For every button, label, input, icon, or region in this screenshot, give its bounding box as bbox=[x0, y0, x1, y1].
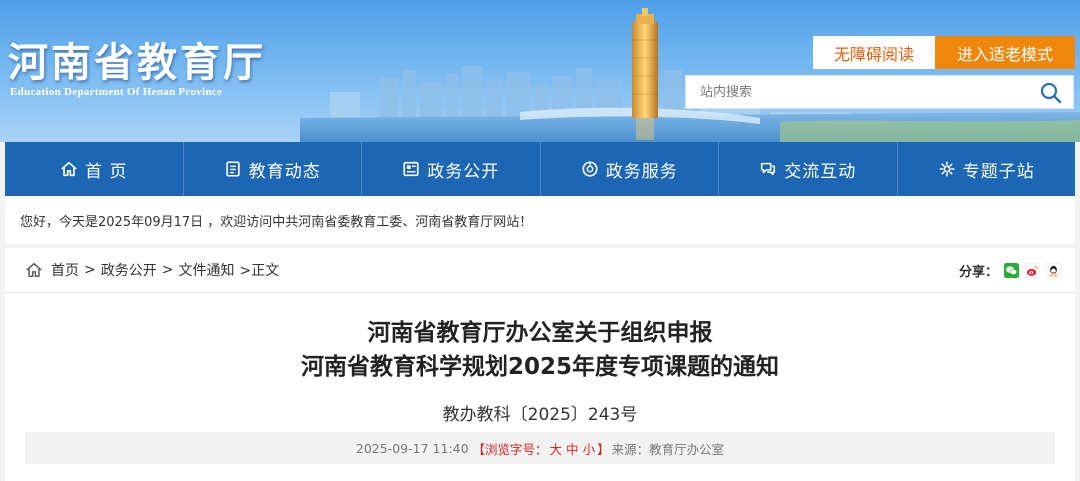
divider bbox=[5, 292, 1075, 293]
nav-item-home[interactable]: 首 页 bbox=[5, 142, 184, 196]
site-title: 河南省教育厅 bbox=[8, 39, 266, 86]
home-icon[interactable] bbox=[25, 261, 43, 279]
nav-item-government-affairs[interactable]: 政务公开 bbox=[362, 142, 541, 196]
accessible-reading-button[interactable]: 无障碍阅读 bbox=[813, 36, 935, 69]
nav-item-label: 政务服务 bbox=[605, 161, 678, 182]
nav-item-interaction[interactable]: 交流互动 bbox=[719, 142, 898, 196]
font-size-large-button[interactable]: 大 bbox=[550, 442, 563, 457]
document-icon bbox=[403, 161, 419, 177]
nav-item-label: 政务公开 bbox=[427, 161, 500, 182]
welcome-bar: 您好，今天是2025年09月17日 ，欢迎访问中共河南省委教育工委、河南省教育厅… bbox=[5, 196, 1075, 244]
site-subtitle: Education Department Of Henan Province bbox=[10, 86, 223, 98]
nav-item-label: 首 页 bbox=[85, 161, 128, 182]
elderly-mode-button[interactable]: 进入适老模式 bbox=[935, 36, 1075, 69]
nav-item-topic-sites[interactable]: 专题子站 bbox=[898, 142, 1076, 196]
home-icon bbox=[61, 161, 77, 177]
breadcrumb-home[interactable]: 首页 bbox=[51, 260, 79, 280]
breadcrumb-government-affairs[interactable]: 政务公开 bbox=[101, 260, 157, 280]
search-input[interactable] bbox=[686, 76, 1026, 108]
share-bar: 分享： bbox=[959, 258, 1061, 282]
breadcrumb-separator: > bbox=[161, 262, 174, 278]
font-size-medium-button[interactable]: 中 bbox=[566, 442, 579, 457]
welcome-text: 您好，今天是2025年09月17日 ，欢迎访问中共河南省委教育工委、河南省教育厅… bbox=[20, 214, 533, 230]
site-header: 河南省教育厅 Education Department Of Henan Pro… bbox=[0, 0, 1080, 142]
publish-datetime: 2025-09-17 11:40 bbox=[355, 440, 469, 456]
news-icon bbox=[226, 161, 240, 177]
wechat-icon[interactable] bbox=[1004, 262, 1019, 278]
article-title-line-1: 河南省教育厅办公室关于组织申报 bbox=[367, 320, 713, 346]
weibo-icon[interactable] bbox=[1025, 262, 1040, 278]
font-size-label-close: 】 bbox=[597, 441, 610, 457]
font-size-small-button[interactable]: 小 bbox=[583, 442, 596, 457]
topic-icon bbox=[939, 161, 955, 177]
article-title-line-2: 河南省教育科学规划2025年度专项课题的通知 bbox=[300, 354, 779, 380]
font-size-label: 【浏览字号： bbox=[472, 441, 548, 457]
breadcrumb: 首页 > 政务公开 > 文件通知 >正文 bbox=[25, 258, 279, 282]
article-panel: 首页 > 政务公开 > 文件通知 >正文 分享： 河南省教育厅办公室关于组织申报… bbox=[5, 248, 1075, 481]
qq-icon[interactable] bbox=[1046, 262, 1061, 278]
service-icon bbox=[582, 161, 598, 177]
search-icon[interactable] bbox=[1039, 81, 1063, 105]
breadcrumb-current: >正文 bbox=[239, 263, 280, 279]
nav-item-label: 交流互动 bbox=[784, 161, 857, 182]
nav-item-label: 教育动态 bbox=[248, 161, 321, 182]
breadcrumb-separator: > bbox=[84, 262, 96, 278]
article-meta-bar: 2025-09-17 11:40 【浏览字号：大中小】 来源：教育厅办公室 bbox=[25, 432, 1055, 464]
document-number: 教办教科〔2025〕243号 bbox=[442, 405, 638, 425]
nav-item-education-news[interactable]: 教育动态 bbox=[184, 142, 362, 196]
share-label: 分享： bbox=[958, 264, 998, 280]
nav-item-government-services[interactable]: 政务服务 bbox=[541, 142, 719, 196]
breadcrumb-file-notices[interactable]: 文件通知 bbox=[178, 260, 234, 280]
article-title: 河南省教育厅办公室关于组织申报 河南省教育科学规划2025年度专项课题的通知 bbox=[5, 316, 1075, 384]
nav-item-label: 专题子站 bbox=[962, 161, 1035, 182]
main-nav: 首 页 教育动态 政务公开 政务服务 交流互动 专题子站 bbox=[5, 142, 1075, 196]
article-source: 来源：教育厅办公室 bbox=[611, 441, 725, 457]
font-size-selector: 【浏览字号：大中小】 bbox=[473, 439, 610, 458]
interaction-icon bbox=[761, 162, 776, 176]
search-box bbox=[685, 75, 1074, 109]
